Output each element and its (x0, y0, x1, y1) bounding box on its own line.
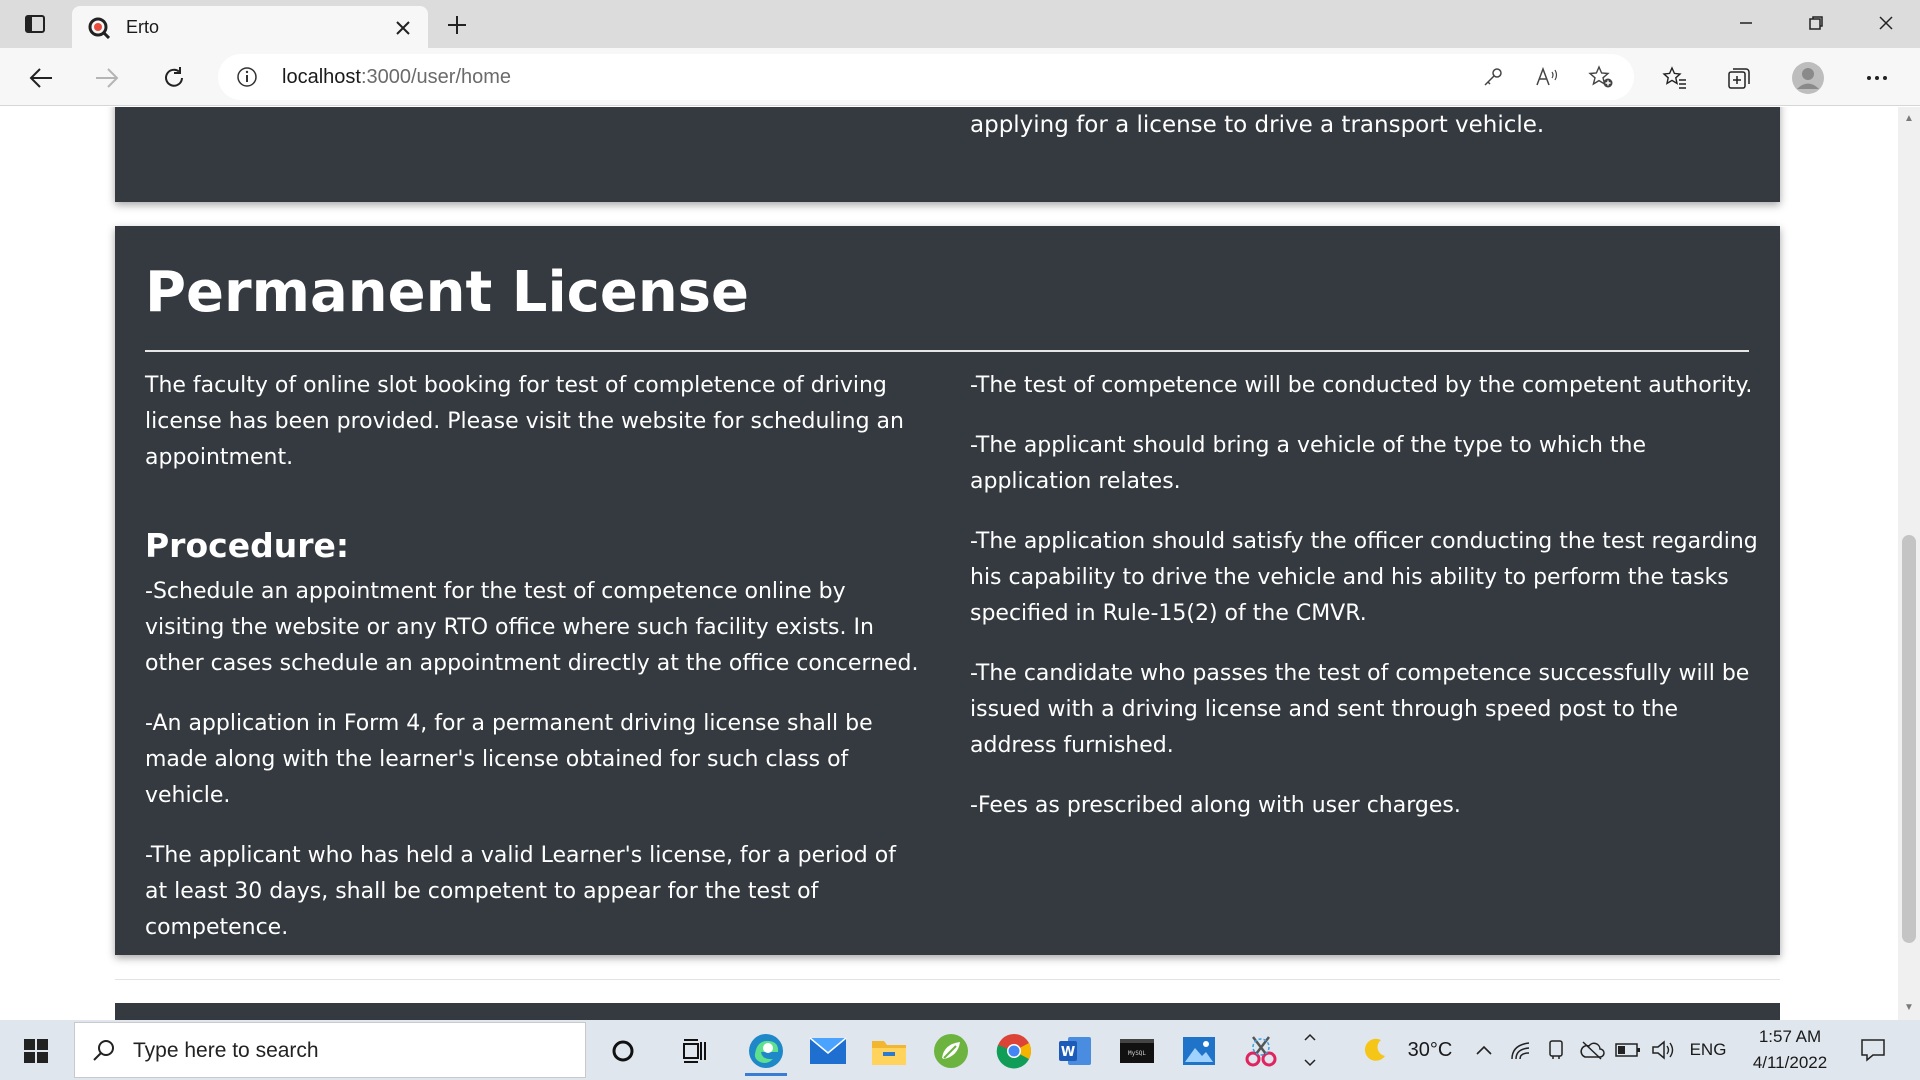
url-host: localhost (282, 66, 361, 88)
collections-icon[interactable] (1722, 61, 1756, 95)
permanent-license-card: Permanent License The faculty of online … (115, 226, 1780, 955)
svg-text:W: W (1061, 1045, 1075, 1060)
task-view-icon[interactable] (668, 1026, 722, 1076)
language-indicator[interactable]: ENG (1686, 1036, 1730, 1064)
device-icon[interactable] (1544, 1036, 1568, 1064)
photos-icon[interactable] (1172, 1026, 1226, 1076)
clock-date: 4/11/2022 (1752, 1053, 1828, 1072)
onedrive-cloud-icon[interactable] (1578, 1036, 1606, 1064)
procedure-item: -The test of competence will be conducte… (970, 373, 1753, 398)
procedure-item: -The application should satisfy the offi… (970, 529, 1758, 626)
intro-paragraph: The faculty of online slot booking for t… (145, 373, 904, 470)
previous-card-text: applying for a license to drive a transp… (970, 112, 1545, 138)
favorites-icon[interactable] (1658, 61, 1692, 95)
site-info-icon[interactable] (236, 66, 258, 88)
read-aloud-icon[interactable] (1534, 64, 1560, 90)
clock-time: 1:57 AM (1758, 1027, 1822, 1046)
edge-browser-icon[interactable] (739, 1026, 793, 1076)
url-text: localhost:3000/user/home (282, 66, 511, 89)
procedure-item: -An application in Form 4, for a permane… (145, 711, 873, 808)
more-options-icon[interactable] (1860, 61, 1894, 95)
temperature-label[interactable]: 30°C (1400, 1036, 1460, 1064)
left-column: The faculty of online slot booking for t… (145, 368, 925, 970)
previous-info-card: applying for a license to drive a transp… (115, 107, 1780, 202)
system-clock[interactable]: 1:57 AM 4/11/2022 (1740, 1024, 1840, 1076)
chrome-icon[interactable] (987, 1026, 1041, 1076)
right-column: -The test of competence will be conducte… (970, 368, 1760, 848)
url-path: :3000/user/home (360, 66, 512, 88)
windows-taskbar: Type here to search W MySQL 30°C ENG 1:5… (0, 1020, 1920, 1080)
mysql-terminal-icon[interactable]: MySQL (1110, 1026, 1164, 1076)
site-favicon-icon (88, 17, 111, 40)
search-icon (91, 1038, 117, 1064)
volume-icon[interactable] (1650, 1036, 1676, 1064)
cortana-icon[interactable] (596, 1026, 650, 1076)
spring-tool-icon[interactable] (924, 1026, 978, 1076)
restore-icon[interactable] (1792, 8, 1840, 38)
browser-tab[interactable]: Erto (72, 6, 428, 48)
taskbar-search-box[interactable]: Type here to search (74, 1022, 586, 1078)
procedure-item: -The applicant should bring a vehicle of… (970, 433, 1647, 494)
profile-avatar-icon[interactable] (1791, 61, 1825, 95)
snipping-tool-icon[interactable] (1234, 1026, 1288, 1076)
scroll-down-icon[interactable]: ▼ (1903, 1002, 1915, 1014)
procedure-item: -The applicant who has held a valid Lear… (145, 843, 896, 940)
procedure-item: -Fees as prescribed along with user char… (970, 793, 1461, 818)
scroll-up-icon[interactable]: ▲ (1903, 113, 1915, 125)
battery-icon[interactable] (1614, 1036, 1642, 1064)
procedure-item: -Schedule an appointment for the test of… (145, 579, 919, 676)
forward-arrow-icon[interactable] (90, 61, 124, 95)
tab-title: Erto (126, 17, 160, 37)
windows-start-icon[interactable] (14, 1034, 58, 1068)
close-window-icon[interactable] (1862, 8, 1910, 38)
minimize-icon[interactable] (1722, 8, 1770, 38)
section-divider (115, 979, 1780, 980)
add-favorite-icon[interactable] (1588, 64, 1614, 90)
scrollbar-thumb[interactable] (1902, 535, 1916, 943)
browser-toolbar: localhost:3000/user/home (0, 48, 1920, 106)
page-scrollbar[interactable]: ▲ ▼ (1898, 107, 1920, 1020)
procedure-item: -The candidate who passes the test of co… (970, 661, 1750, 758)
new-tab-icon[interactable] (442, 10, 472, 40)
page-viewport: applying for a license to drive a transp… (0, 107, 1898, 1020)
weather-moon-icon[interactable] (1360, 1036, 1390, 1064)
back-arrow-icon[interactable] (24, 61, 58, 95)
notifications-icon[interactable] (1856, 1036, 1890, 1064)
tab-actions-icon[interactable] (18, 10, 52, 38)
next-info-card (115, 1003, 1780, 1020)
svg-text:MySQL: MySQL (1128, 1050, 1146, 1057)
procedure-heading: Procedure: (145, 526, 350, 565)
key-icon[interactable] (1480, 64, 1506, 90)
browser-tab-bar: Erto (0, 0, 1920, 48)
wifi-icon[interactable] (1508, 1036, 1534, 1064)
word-icon[interactable]: W (1048, 1026, 1102, 1076)
heading-divider (145, 350, 1749, 352)
close-tab-icon[interactable] (390, 15, 416, 41)
address-bar[interactable]: localhost:3000/user/home (218, 54, 1634, 100)
search-placeholder: Type here to search (133, 1039, 319, 1062)
mail-icon[interactable] (801, 1026, 855, 1076)
show-hidden-icons-icon[interactable] (1472, 1036, 1496, 1064)
file-explorer-icon[interactable] (862, 1026, 916, 1076)
taskbar-overflow-icon[interactable] (1300, 1026, 1320, 1074)
refresh-icon[interactable] (157, 61, 191, 95)
page-title: Permanent License (145, 260, 749, 325)
